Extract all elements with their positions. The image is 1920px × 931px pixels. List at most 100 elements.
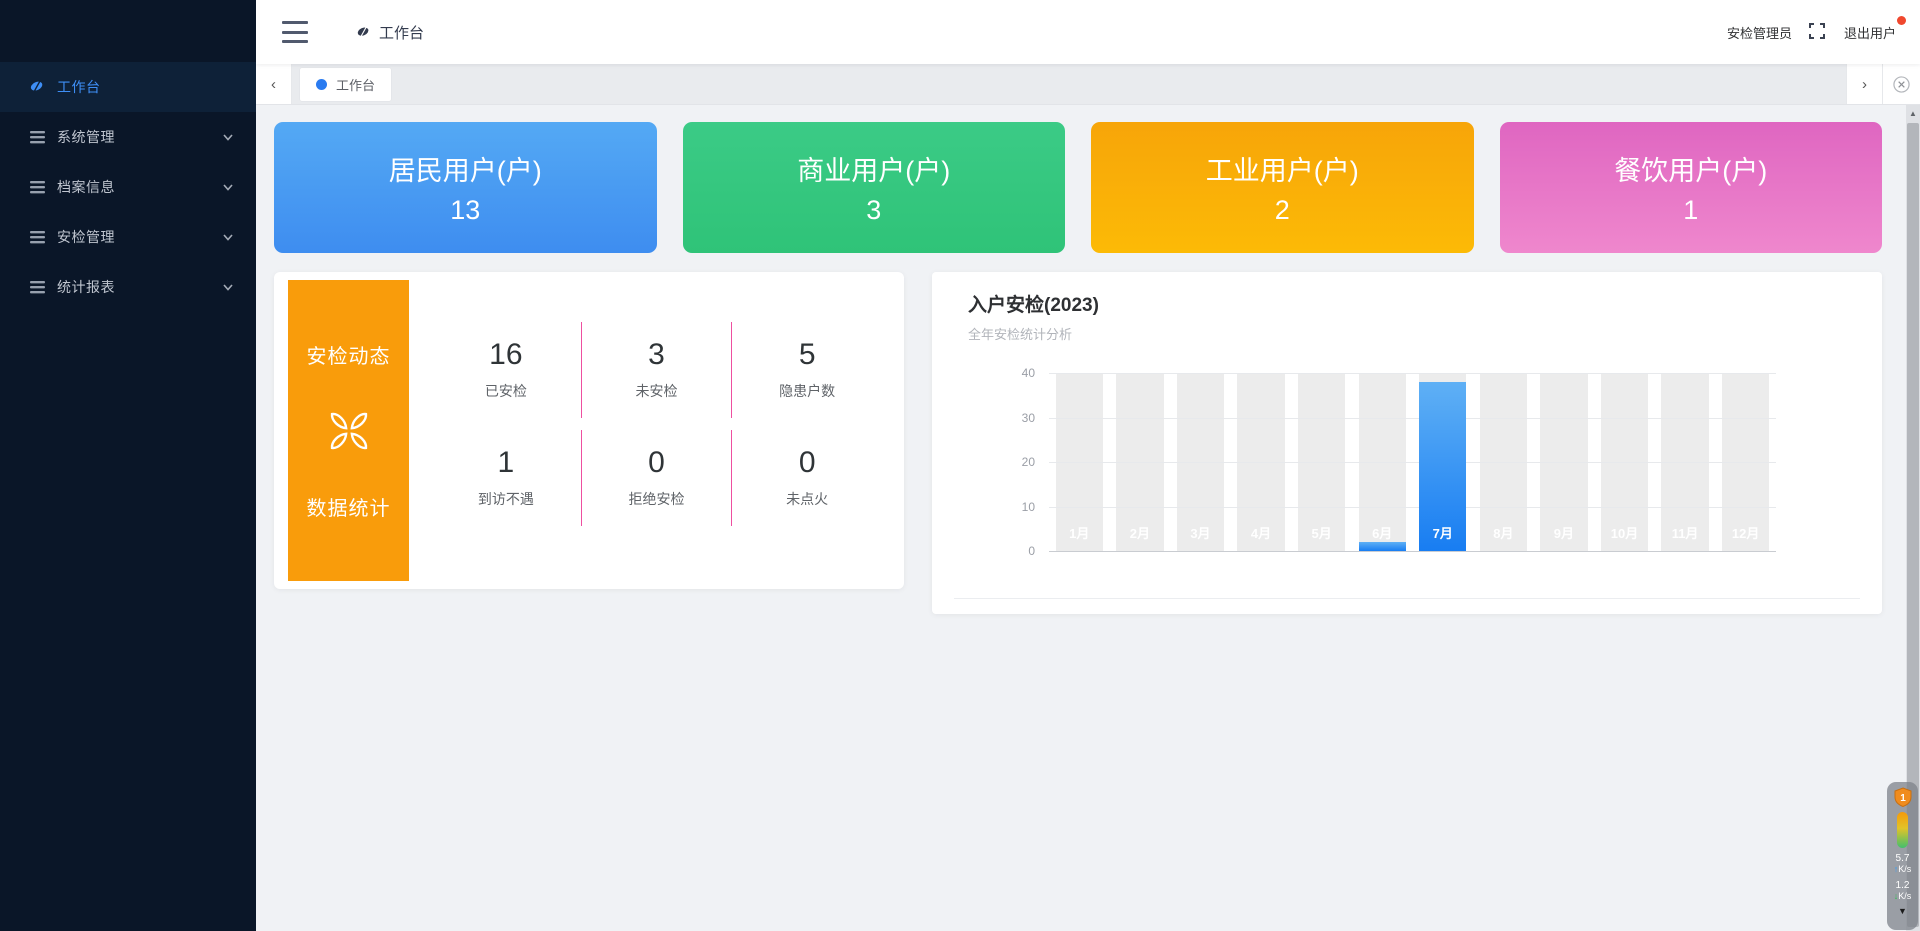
gridline-10 <box>1049 507 1776 508</box>
breadcrumb-label: 工作台 <box>379 22 424 43</box>
x-tick-label: 5月 <box>1291 523 1352 542</box>
shield-badge-icon: 1 <box>1893 787 1913 807</box>
logout-button[interactable]: 退出用户 <box>1844 23 1900 42</box>
gridline-0 <box>1049 551 1776 552</box>
network-monitor-widget[interactable]: 1 5.7 ↑K/s 1.2 ↓K/s ▼ <box>1887 782 1918 930</box>
tabs-scroll-right-button[interactable]: › <box>1846 64 1882 104</box>
chart-title: 入户安检(2023) <box>968 290 1858 317</box>
sidebar-item-label: 系统管理 <box>57 127 222 147</box>
upload-speed-value: 5.7 <box>1894 853 1912 864</box>
sidebar-item-reports[interactable]: 统计报表 <box>0 262 256 312</box>
chevron-down-icon <box>222 231 234 243</box>
stat-card-resident: 居民用户(户) 13 <box>274 122 657 253</box>
card-title: 居民用户(户) <box>389 149 542 188</box>
stat-cell-inspected: 16 已安检 <box>431 322 582 418</box>
stat-value: 1 <box>497 446 514 480</box>
chart-plot: 1月2月3月4月5月6月7月8月9月10月11月12月 <box>1049 373 1776 551</box>
sidebar-item-label: 统计报表 <box>57 277 222 297</box>
x-tick-label: 2月 <box>1110 523 1171 542</box>
y-tick-label: 10 <box>1022 500 1035 514</box>
card-title: 工业用户(户) <box>1206 149 1359 188</box>
chevron-down-icon <box>222 281 234 293</box>
bar-chart: 010203040 1月2月3月4月5月6月7月8月9月10月11月12月 <box>968 347 1858 575</box>
gridline-40 <box>1049 373 1776 374</box>
tab-label: 工作台 <box>336 75 375 94</box>
chevron-down-icon <box>222 181 234 193</box>
sidebar-toggle-button[interactable] <box>282 21 308 43</box>
card-value: 2 <box>1275 195 1290 226</box>
gridline-30 <box>1049 418 1776 419</box>
sidebar-item-label: 安检管理 <box>57 227 222 247</box>
stat-label: 隐患户数 <box>779 381 835 401</box>
tab-active-dot <box>316 79 327 90</box>
download-speed: 1.2 ↓K/s <box>1894 880 1912 902</box>
stat-label: 未安检 <box>636 381 678 401</box>
gauge-bar <box>1897 812 1908 848</box>
x-tick-label: 12月 <box>1715 523 1776 542</box>
chart-card-divider <box>954 598 1860 599</box>
x-tick-label: 10月 <box>1594 523 1655 542</box>
leaf-icon <box>28 78 46 96</box>
sidebar-item-workbench[interactable]: 工作台 <box>0 62 256 112</box>
chart-subtitle: 全年安检统计分析 <box>968 324 1858 343</box>
tabs-scroll-left-button[interactable]: ‹ <box>256 64 292 104</box>
fullscreen-icon <box>1808 22 1826 40</box>
y-tick-label: 40 <box>1022 366 1035 380</box>
stat-card-commercial: 商业用户(户) 3 <box>683 122 1066 253</box>
shield-badge-count: 1 <box>1900 793 1906 804</box>
summary-cards-row: 居民用户(户) 13 商业用户(户) 3 工业用户(户) 2 餐饮用户(户) 1 <box>274 122 1882 253</box>
x-tick-label: 3月 <box>1170 523 1231 542</box>
banner-bottom-label: 数据统计 <box>307 492 391 521</box>
stat-cell-refused: 0 拒绝安检 <box>582 430 733 526</box>
tab-bar: ‹ 工作台 › <box>256 64 1920 105</box>
list-icon <box>28 228 46 246</box>
sidebar-item-label: 工作台 <box>57 77 234 97</box>
card-title: 餐饮用户(户) <box>1614 149 1767 188</box>
stat-cell-uninspected: 3 未安检 <box>582 322 733 418</box>
sidebar: 工作台 系统管理 档案信息 安检管理 统计报表 <box>0 0 256 931</box>
stat-label: 已安检 <box>485 381 527 401</box>
banner-top-label: 安检动态 <box>307 340 391 369</box>
inspection-stats-grid: 16 已安检 3 未安检 5 隐患户数 1 到访不遇 <box>409 280 890 581</box>
download-speed-unit: K/s <box>1898 891 1911 901</box>
card-value: 1 <box>1683 195 1698 226</box>
sidebar-item-label: 档案信息 <box>57 177 222 197</box>
y-tick-label: 20 <box>1022 455 1035 469</box>
x-tick-label: 1月 <box>1049 523 1110 542</box>
collapse-triangle-icon[interactable]: ▼ <box>1898 907 1907 916</box>
stat-label: 未点火 <box>786 489 828 509</box>
sidebar-logo-area <box>0 0 256 62</box>
y-tick-label: 30 <box>1022 411 1035 425</box>
breadcrumb: 工作台 <box>356 22 424 43</box>
stat-value: 3 <box>648 338 665 372</box>
username: 安检管理员 <box>1727 23 1792 42</box>
sidebar-item-system[interactable]: 系统管理 <box>0 112 256 162</box>
stat-value: 5 <box>799 338 816 372</box>
x-tick-label: 8月 <box>1473 523 1534 542</box>
x-tick-label: 11月 <box>1655 523 1716 542</box>
stat-card-catering: 餐饮用户(户) 1 <box>1500 122 1883 253</box>
pinwheel-icon <box>321 403 377 459</box>
chevron-down-icon <box>222 131 234 143</box>
main-content: 居民用户(户) 13 商业用户(户) 3 工业用户(户) 2 餐饮用户(户) 1… <box>256 105 1906 931</box>
upload-speed-unit: K/s <box>1898 864 1911 874</box>
scroll-up-arrow-icon[interactable]: ▲ <box>1906 105 1920 121</box>
card-value: 13 <box>450 195 480 226</box>
sidebar-item-inspection[interactable]: 安检管理 <box>0 212 256 262</box>
fullscreen-button[interactable] <box>1808 22 1828 42</box>
sidebar-item-archives[interactable]: 档案信息 <box>0 162 256 212</box>
stat-label: 拒绝安检 <box>629 489 685 509</box>
card-title: 商业用户(户) <box>797 149 950 188</box>
tabs-close-button[interactable] <box>1882 64 1920 104</box>
stat-label: 到访不遇 <box>478 489 534 509</box>
inspection-panel: 安检动态 数据统计 16 已安检 <box>274 272 904 589</box>
stat-value: 16 <box>489 338 522 372</box>
chart-card: 入户安检(2023) 全年安检统计分析 010203040 1月2月3月4月5月… <box>932 272 1882 614</box>
tab-workbench[interactable]: 工作台 <box>300 68 391 101</box>
x-tick-label: 4月 <box>1231 523 1292 542</box>
stat-cell-not-home: 1 到访不遇 <box>431 430 582 526</box>
inspection-banner: 安检动态 数据统计 <box>288 280 409 581</box>
gridline-20 <box>1049 462 1776 463</box>
x-tick-label: 7月 <box>1412 523 1473 542</box>
list-icon <box>28 178 46 196</box>
